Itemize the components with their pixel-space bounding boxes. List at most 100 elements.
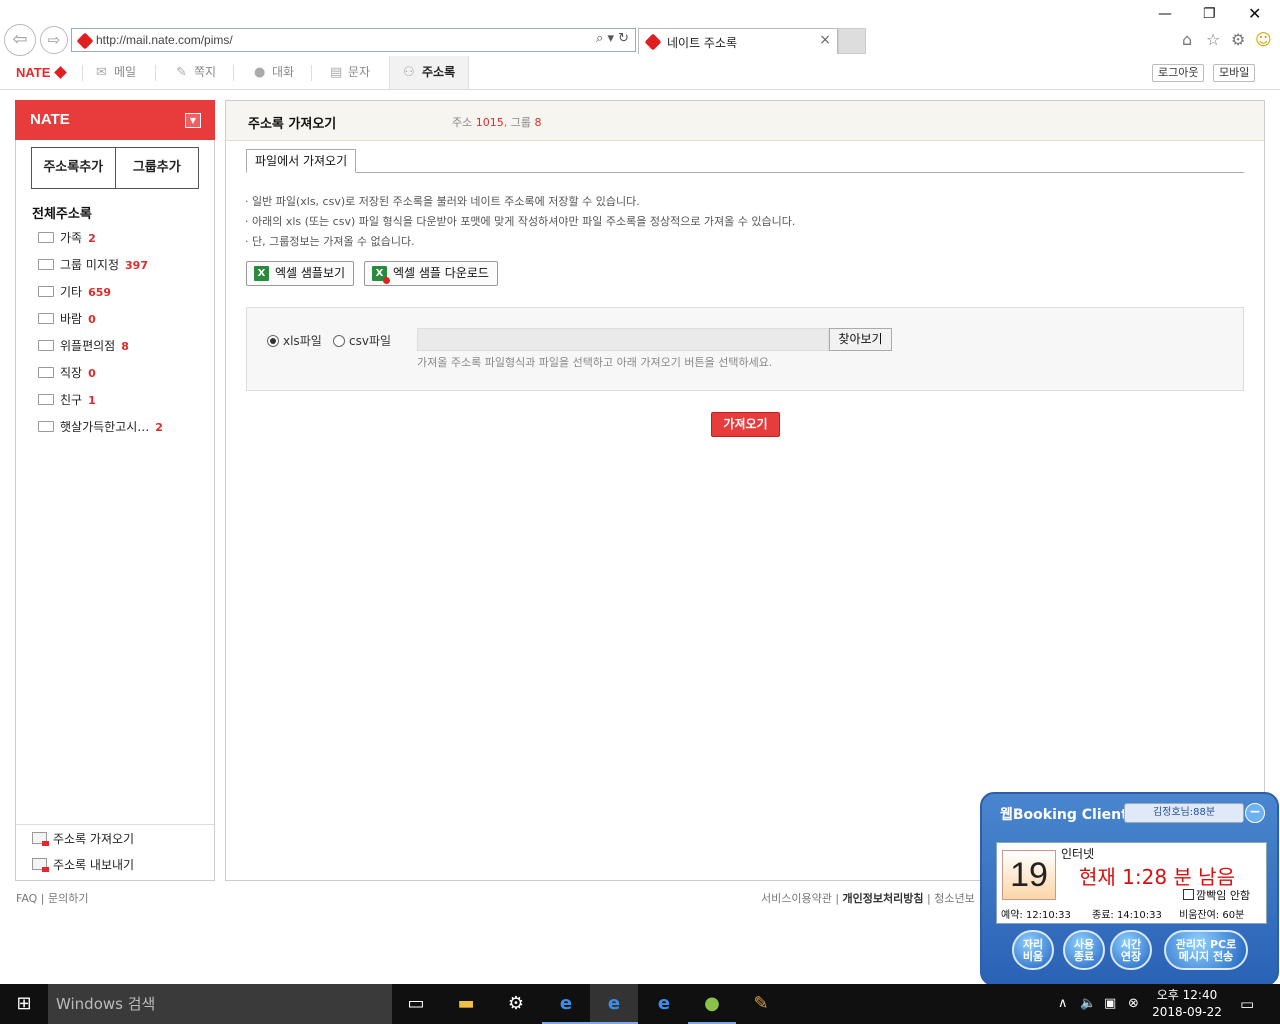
radio-csv[interactable]: csv파일: [333, 332, 391, 349]
close-window-icon[interactable]: ✕: [1248, 4, 1261, 23]
tray-chevron-up-icon[interactable]: ∧: [1058, 984, 1068, 1024]
tray-close-icon[interactable]: ⊗: [1128, 984, 1139, 1024]
sidebar: NATE ▼ 주소록추가 그룹추가 전체주소록 가족 2 그룹 미지정 397 기타…: [15, 100, 215, 881]
booking-title: 웹Booking Client: [1000, 807, 1128, 823]
network-icon[interactable]: ▣: [1104, 984, 1116, 1024]
booking-client-widget: 웹Booking Client 김정호님:88분 − 19 인터넷 현재 1:2…: [980, 792, 1279, 986]
folder-icon: [38, 313, 54, 324]
nav-divider: [82, 65, 83, 81]
back-button[interactable]: ⇦: [4, 24, 36, 56]
browse-button[interactable]: 찾아보기: [829, 328, 892, 351]
group-item[interactable]: 친구 1: [38, 391, 96, 407]
taskbar: ⊞ Windows 검색 ▭ ▬ ⚙ e e e ● ✎ ∧ 🔈 ▣ ⊗ 오후 …: [0, 984, 1280, 1024]
radio-unchecked-icon: [333, 335, 345, 347]
seat-type: 인터넷: [1061, 847, 1095, 861]
faq-link[interactable]: FAQ: [16, 892, 37, 905]
nav-item-mail[interactable]: ✉ 메일: [92, 56, 136, 89]
address-bar[interactable]: http://mail.nate.com/pims/ ⌕ ▾ ↻: [71, 28, 636, 52]
message-admin-button[interactable]: 관리자 PC로 메시지 전송: [1164, 930, 1248, 970]
forward-button[interactable]: ⇨: [40, 26, 68, 54]
youth-link[interactable]: 청소년보: [934, 892, 974, 905]
group-item[interactable]: 직장 0: [38, 364, 96, 380]
terms-link[interactable]: 서비스이용약관: [761, 892, 832, 905]
seat-empty-button[interactable]: 자리 비움: [1012, 930, 1054, 970]
new-tab-button[interactable]: [838, 28, 866, 54]
radio-xls[interactable]: xls파일: [267, 332, 322, 349]
favorites-star-icon[interactable]: ☆: [1206, 30, 1220, 49]
nav-divider: [233, 65, 234, 81]
taskbar-clock[interactable]: 오후 12:40 2018-09-22: [1147, 987, 1227, 1021]
nav-item-contacts[interactable]: ⚇ 주소록: [389, 56, 469, 89]
folder-icon: [38, 394, 54, 405]
privacy-link[interactable]: 개인정보처리방침: [843, 892, 924, 905]
service-nav: NATE ✉ 메일 ✎ 쪽지 ● 대화 ▤ 문자 ⚇ 주소록 로그아웃 모바일: [0, 56, 1280, 90]
messenger-app-icon[interactable]: ●: [688, 984, 736, 1024]
finish-use-button[interactable]: 사용 종료: [1063, 930, 1105, 970]
import-icon: [32, 832, 49, 846]
all-contacts-link[interactable]: 전체주소록: [32, 203, 92, 222]
excel-sample-view-button[interactable]: X 엑셀 샘플보기: [246, 261, 355, 286]
nate-logo[interactable]: NATE: [16, 65, 67, 80]
internet-explorer-icon[interactable]: e: [590, 984, 638, 1024]
taskbar-search-input[interactable]: Windows 검색: [48, 984, 392, 1024]
remaining-time: 현재 1:28 분 남음: [1079, 865, 1235, 889]
tab-close-icon[interactable]: ×: [819, 32, 831, 48]
extend-time-button[interactable]: 시간 연장: [1110, 930, 1152, 970]
nav-divider: [155, 65, 156, 81]
group-item[interactable]: 바람 0: [38, 310, 96, 326]
edge-browser-icon[interactable]: e: [542, 984, 590, 1024]
group-item[interactable]: 가족 2: [38, 229, 96, 245]
folder-icon: [38, 259, 54, 270]
upload-box: xls파일 csv파일 찾아보기 가져올 주소록 파일형식과 파일을 선택하고 …: [246, 307, 1244, 391]
group-item[interactable]: 그룹 미지정 397: [38, 256, 148, 272]
settings-icon[interactable]: ⚙: [492, 984, 540, 1024]
volume-icon[interactable]: 🔈: [1080, 984, 1096, 1024]
add-group-button[interactable]: 그룹추가: [115, 148, 198, 188]
windows-start-icon[interactable]: ⊞: [0, 984, 48, 1024]
export-contacts-link[interactable]: 주소록 내보내기: [32, 856, 134, 873]
group-item[interactable]: 위플편의점 8: [38, 337, 129, 353]
paint-app-icon[interactable]: ✎: [737, 984, 785, 1024]
contact-link[interactable]: 문의하기: [48, 892, 88, 905]
tab-import-from-file[interactable]: 파일에서 가져오기: [246, 149, 357, 173]
upload-help-text: 가져올 주소록 파일형식과 파일을 선택하고 아래 가져오기 버튼을 선택하세요…: [417, 356, 773, 369]
settings-gear-icon[interactable]: ⚙: [1231, 30, 1245, 49]
add-contact-button[interactable]: 주소록추가: [32, 148, 116, 188]
group-item[interactable]: 햇살가득한고시… 2: [38, 418, 163, 434]
internet-explorer-alt-icon[interactable]: e: [640, 984, 688, 1024]
import-contacts-link[interactable]: 주소록 가져오기: [32, 830, 134, 847]
notification-icon[interactable]: ▭: [1240, 984, 1254, 1024]
task-view-icon[interactable]: ▭: [392, 984, 440, 1024]
export-icon: [32, 858, 49, 872]
sidebar-logo[interactable]: NATE: [30, 111, 70, 128]
import-button[interactable]: 가져오기: [711, 412, 780, 437]
smiley-feedback-icon[interactable]: ☺: [1255, 30, 1272, 49]
note-icon: ✎: [176, 65, 187, 80]
minimize-icon[interactable]: —: [1158, 6, 1172, 22]
restore-icon[interactable]: ❐: [1203, 6, 1216, 22]
minimize-widget-icon[interactable]: −: [1245, 803, 1265, 823]
no-blink-checkbox[interactable]: 깜빡임 안함: [1183, 887, 1250, 903]
contact-stats: 주소 1015, 그룹 8: [452, 116, 542, 129]
chevron-down-icon[interactable]: ▼: [185, 113, 201, 128]
info-line: · 아래의 xls (또는 csv) 파일 형식을 다운받아 포맷에 맞게 작성…: [245, 215, 796, 228]
file-explorer-icon[interactable]: ▬: [442, 984, 490, 1024]
folder-icon: [38, 367, 54, 378]
home-icon[interactable]: ⌂: [1182, 30, 1192, 49]
nav-divider: [311, 65, 312, 81]
group-item[interactable]: 기타 659: [38, 283, 111, 299]
file-path-input[interactable]: [417, 328, 829, 351]
booking-status-panel: 19 인터넷 현재 1:28 분 남음 깜빡임 안함 예약: 12:10:33 …: [996, 842, 1267, 924]
search-refresh-icon[interactable]: ⌕ ▾ ↻: [596, 31, 629, 46]
nav-item-chat[interactable]: ● 대화: [250, 56, 294, 89]
excel-download-icon: X: [372, 266, 390, 284]
browser-tab-active[interactable]: 네이트 주소록 ×: [638, 28, 838, 54]
address-url[interactable]: http://mail.nate.com/pims/: [96, 33, 233, 47]
nav-item-sms[interactable]: ▤ 문자: [326, 56, 370, 89]
logout-button[interactable]: 로그아웃: [1152, 64, 1205, 82]
nav-item-note[interactable]: ✎ 쪽지: [172, 56, 216, 89]
mobile-button[interactable]: 모바일: [1213, 64, 1256, 82]
booking-user-badge: 김정호님:88분: [1124, 803, 1244, 823]
excel-sample-download-button[interactable]: X 엑셀 샘플 다운로드: [364, 261, 498, 286]
radio-checked-icon: [267, 335, 279, 347]
